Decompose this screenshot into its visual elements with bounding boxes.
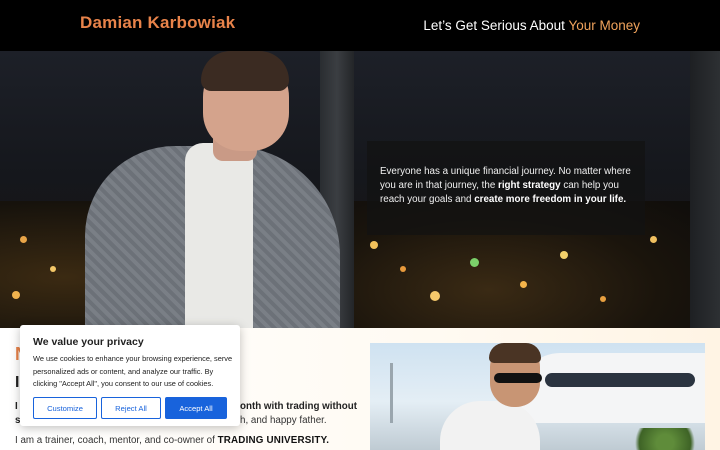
portrait-hair xyxy=(201,51,289,91)
hero-section: Everyone has a unique financial journey.… xyxy=(0,51,720,328)
intro-line-strong: onth with trading without xyxy=(240,401,357,412)
city-light xyxy=(560,251,568,259)
reject-all-button[interactable]: Reject All xyxy=(101,397,161,419)
hero-text: Everyone has a unique financial journey.… xyxy=(380,165,640,207)
city-light xyxy=(600,296,606,302)
cookie-title: We value your privacy xyxy=(33,336,144,348)
sunglasses-icon xyxy=(494,373,542,383)
bio-company: TRADING UNIVERSITY. xyxy=(217,435,330,446)
photo-mast xyxy=(390,363,393,423)
photo-yacht-window xyxy=(545,373,695,387)
hero-text-strong: create more freedom in your life. xyxy=(474,194,627,205)
tagline-accent: Your Money xyxy=(568,18,640,33)
site-header: Damian Karbowiak Let’s Get Serious About… xyxy=(0,0,720,51)
photo-yacht xyxy=(520,353,705,423)
city-light xyxy=(650,236,657,243)
photo-person-hair xyxy=(489,343,541,363)
yacht-photo xyxy=(370,343,705,450)
city-light xyxy=(370,241,378,249)
city-light xyxy=(12,291,20,299)
customize-button[interactable]: Customize xyxy=(33,397,97,419)
intro-subheading: I xyxy=(15,374,20,391)
intro-line: h, and happy father. xyxy=(240,415,327,426)
accept-all-button[interactable]: Accept All xyxy=(165,397,227,419)
city-light xyxy=(520,281,527,288)
intro-line-left: I xyxy=(15,401,18,412)
bio-text: I am a trainer, coach, mentor, and co-ow… xyxy=(15,435,218,446)
cookie-message: We use cookies to enhance your browsing … xyxy=(33,354,233,388)
city-light xyxy=(430,291,440,301)
city-light xyxy=(50,266,56,272)
header-tagline: Let’s Get Serious About Your Money xyxy=(423,18,640,33)
cookie-consent-banner: We value your privacy We use cookies to … xyxy=(20,325,240,426)
portrait-shirt xyxy=(185,143,253,328)
intro-bio: I am a trainer, coach, mentor, and co-ow… xyxy=(15,435,329,446)
tagline-text: Let’s Get Serious About xyxy=(423,18,569,33)
city-light xyxy=(470,258,479,267)
hero-portrait xyxy=(85,51,340,328)
photo-plant xyxy=(625,428,705,450)
city-light xyxy=(400,266,406,272)
hero-text-strong: right strategy xyxy=(498,180,561,191)
window-frame xyxy=(690,51,720,328)
brand-logo-text[interactable]: Damian Karbowiak xyxy=(80,13,235,33)
city-light xyxy=(20,236,27,243)
